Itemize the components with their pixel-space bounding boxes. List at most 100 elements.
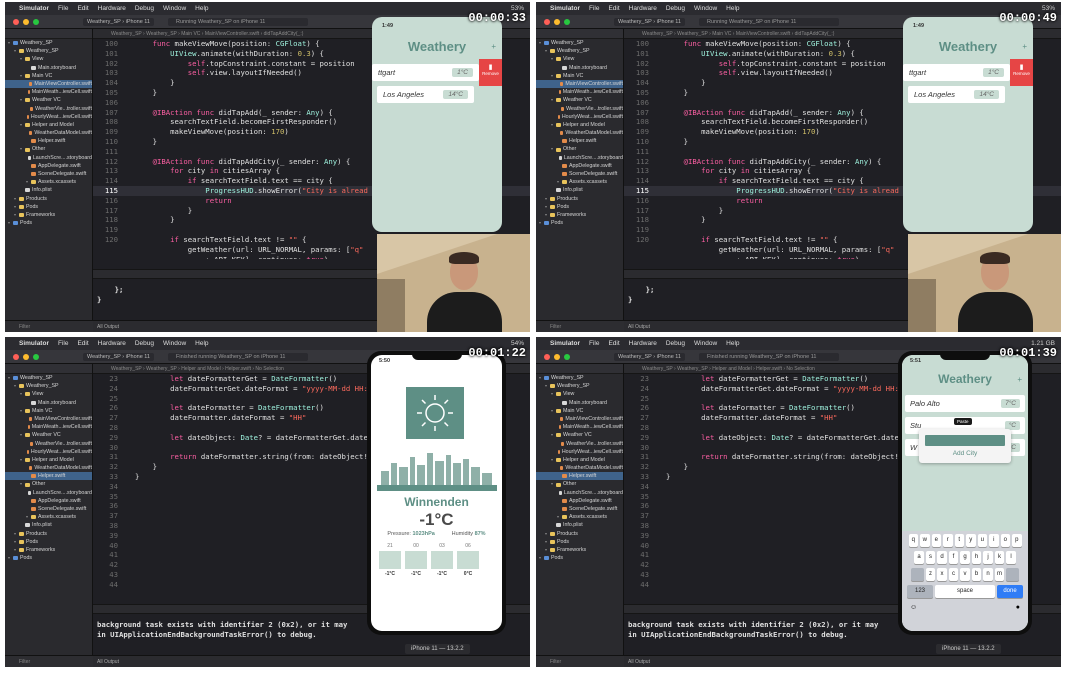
navigator-item[interactable]: ▾ Assets.xcassets (536, 178, 623, 186)
navigator-item[interactable]: ▾ Weathery_SP (536, 39, 623, 47)
navigator-item[interactable]: LaunchScre....storyboard (5, 154, 92, 162)
navigator-item[interactable]: ▾ Helper and Model (5, 456, 92, 464)
key-l[interactable]: l (1006, 551, 1016, 564)
gutter[interactable] (121, 550, 135, 560)
navigator-item[interactable]: Main.storyboard (5, 399, 92, 407)
gutter[interactable] (121, 196, 135, 206)
menu-help[interactable]: Help (726, 2, 739, 15)
gutter[interactable] (652, 511, 666, 521)
gutter[interactable] (121, 531, 135, 541)
gutter[interactable] (652, 433, 666, 443)
numbers-key[interactable]: 123 (907, 585, 933, 598)
navigator-item[interactable]: MainViewController.swift (536, 79, 623, 89)
city-row[interactable]: ttgart 1°C (903, 64, 1010, 81)
gutter[interactable] (652, 117, 666, 127)
navigator-item[interactable]: ▾ Assets.xcassets (5, 178, 92, 186)
navigator-item[interactable]: WeatherDataModel.swift (536, 464, 623, 472)
navigator-item[interactable]: ▾ Frameworks (536, 546, 623, 554)
navigator-item[interactable]: ▾ Pods (536, 219, 623, 227)
navigator-item[interactable]: AppDelegate.swift (536, 162, 623, 170)
minimize-window-icon[interactable] (23, 18, 29, 25)
navigator-item[interactable]: SceneDelegate.swift (536, 505, 623, 513)
navigator-item[interactable]: ▾ Main VC (536, 407, 623, 415)
menu-window[interactable]: Window (694, 337, 717, 350)
gutter[interactable] (652, 206, 666, 216)
menu-debug[interactable]: Debug (666, 337, 685, 350)
navigator-item[interactable]: MainViewController.swift (5, 79, 92, 89)
key-b[interactable]: b (971, 568, 982, 581)
navigator-item[interactable]: ▾ Helper and Model (536, 121, 623, 129)
scheme-selector[interactable]: Weathery_SP › iPhone 11 (83, 17, 154, 26)
gutter[interactable] (121, 206, 135, 216)
menu-help[interactable]: Help (726, 337, 739, 350)
key-w[interactable]: w (920, 534, 930, 547)
hourly-forecast[interactable]: 21 -1°C 00 -1°C 03 -1°C 06 0°C (379, 543, 494, 577)
navigator-tabs[interactable] (5, 29, 92, 39)
navigator-item[interactable]: ▾ Weathery_SP (5, 374, 92, 382)
navigator-item[interactable]: AppDelegate.swift (5, 162, 92, 170)
console-filter-bar[interactable]: All Output (93, 655, 530, 667)
gutter[interactable] (652, 215, 666, 225)
add-city-confirm-button[interactable]: Add City (919, 450, 1011, 457)
gutter[interactable] (121, 147, 135, 157)
navigator-item[interactable]: ▾ Weathery_SP (536, 47, 623, 55)
city-row[interactable]: Los Angeles 14°C (908, 86, 1005, 103)
remove-button[interactable]: ▮ Remove (1010, 59, 1033, 86)
navigator-tabs[interactable] (536, 29, 623, 39)
gutter[interactable] (121, 433, 135, 443)
gutter[interactable] (652, 531, 666, 541)
space-key[interactable]: space (935, 585, 995, 598)
gutter[interactable] (652, 196, 666, 206)
close-window-icon[interactable] (544, 18, 550, 25)
navigator-item[interactable]: ▾ Frameworks (5, 211, 92, 219)
gutter[interactable] (121, 166, 135, 176)
gutter[interactable] (121, 403, 135, 413)
navigator-item[interactable]: ▾ Main VC (5, 407, 92, 415)
gutter[interactable] (652, 443, 666, 453)
navigator-item[interactable]: Helper.swift (5, 472, 92, 481)
navigator-item[interactable]: ▾ Weather VC (5, 96, 92, 104)
gutter[interactable] (121, 580, 135, 590)
navigator-item[interactable]: WeatherVie...troller.swift (5, 440, 92, 448)
gutter[interactable] (652, 492, 666, 502)
gutter[interactable] (652, 137, 666, 147)
zoom-window-icon[interactable] (564, 18, 570, 25)
microphone-icon[interactable]: ● (1016, 604, 1020, 611)
close-window-icon[interactable] (544, 353, 550, 360)
paste-menu[interactable]: Paste (954, 418, 972, 425)
key-m[interactable]: m (994, 568, 1005, 581)
key-c[interactable]: c (948, 568, 959, 581)
gutter[interactable] (121, 108, 135, 118)
navigator-item[interactable]: Helper.swift (536, 472, 623, 481)
add-city-button[interactable]: + (491, 42, 496, 51)
navigator-item[interactable]: MainWeath...iewCell.swift (5, 88, 92, 96)
navigator-item[interactable]: Info.plist (536, 186, 623, 194)
gutter[interactable] (652, 570, 666, 580)
navigator-item[interactable]: ▾ Assets.xcassets (5, 513, 92, 521)
key-y[interactable]: y (966, 534, 976, 547)
navigator-item[interactable]: ▾ Products (536, 195, 623, 203)
gutter[interactable] (121, 157, 135, 167)
search-text-field[interactable] (925, 435, 1005, 446)
gutter[interactable] (121, 137, 135, 147)
gutter[interactable] (121, 452, 135, 462)
navigator-item[interactable]: ▾ Weather VC (536, 431, 623, 439)
gutter[interactable] (121, 39, 135, 49)
navigator-item[interactable]: ▾ Weathery_SP (5, 47, 92, 55)
menu-file[interactable]: File (589, 337, 599, 350)
key-r[interactable]: r (943, 534, 953, 547)
gutter[interactable] (121, 88, 135, 98)
gutter[interactable] (652, 186, 666, 196)
key-t[interactable]: t (954, 534, 964, 547)
menu-file[interactable]: File (589, 2, 599, 15)
navigator-filter[interactable]: Filter (5, 320, 93, 332)
navigator-item[interactable]: ▾ Weathery_SP (5, 39, 92, 47)
menu-debug[interactable]: Debug (135, 2, 154, 15)
gutter[interactable] (121, 98, 135, 108)
navigator-filter[interactable]: Filter (5, 655, 93, 667)
menu-window[interactable]: Window (694, 2, 717, 15)
menu-help[interactable]: Help (195, 2, 208, 15)
gutter[interactable] (652, 157, 666, 167)
key-i[interactable]: i (989, 534, 999, 547)
navigator-item[interactable]: ▾ View (536, 390, 623, 398)
